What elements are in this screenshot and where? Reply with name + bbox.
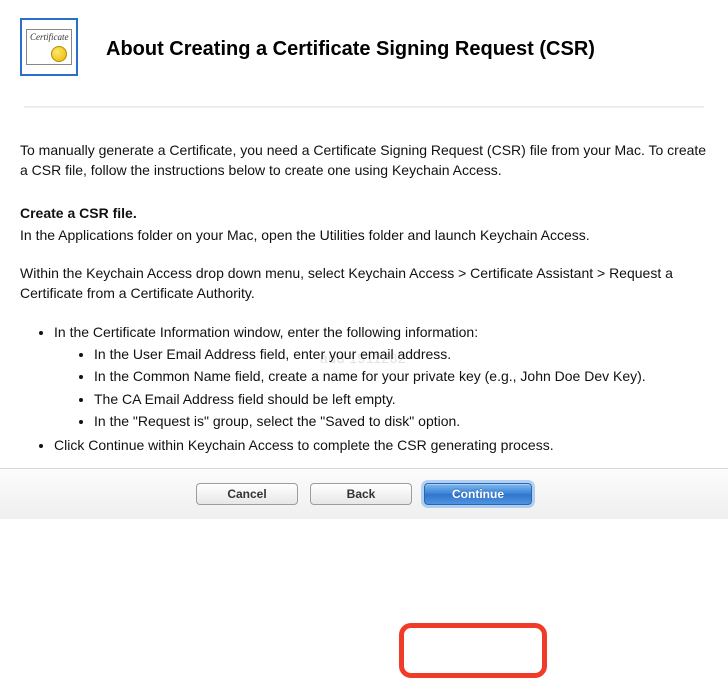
list-item: In the Certificate Information window, e… (54, 322, 708, 431)
content-area: To manually generate a Certificate, you … (0, 108, 728, 468)
list-item: The CA Email Address field should be lef… (94, 389, 708, 409)
certificate-seal-icon (51, 46, 67, 62)
continue-highlight-annotation (399, 623, 547, 678)
button-bar: Cancel Back Continue (0, 468, 728, 519)
cancel-button[interactable]: Cancel (196, 483, 298, 505)
list-item: Click Continue within Keychain Access to… (54, 435, 708, 455)
instruction-list: In the Certificate Information window, e… (20, 322, 708, 456)
list-item: In the "Request is" group, select the "S… (94, 411, 708, 431)
instruction-sublist: In the User Email Address field, enter y… (54, 344, 708, 431)
certificate-icon: Certificate (20, 18, 78, 76)
paragraph-menu-path: Within the Keychain Access drop down men… (20, 263, 708, 304)
list-item-text: In the Certificate Information window, e… (54, 324, 478, 340)
continue-button[interactable]: Continue (424, 483, 532, 505)
header-section: Certificate About Creating a Certificate… (0, 0, 728, 108)
certificate-icon-label: Certificate (30, 32, 69, 42)
intro-paragraph: To manually generate a Certificate, you … (20, 140, 708, 181)
section-heading: Create a CSR file. (20, 203, 708, 223)
back-button[interactable]: Back (310, 483, 412, 505)
list-item: In the User Email Address field, enter y… (94, 344, 708, 364)
page-title: About Creating a Certificate Signing Req… (106, 38, 595, 61)
header-row: Certificate About Creating a Certificate… (20, 18, 708, 96)
paragraph-open-keychain: In the Applications folder on your Mac, … (20, 225, 708, 245)
list-item: In the Common Name field, create a name … (94, 366, 708, 386)
